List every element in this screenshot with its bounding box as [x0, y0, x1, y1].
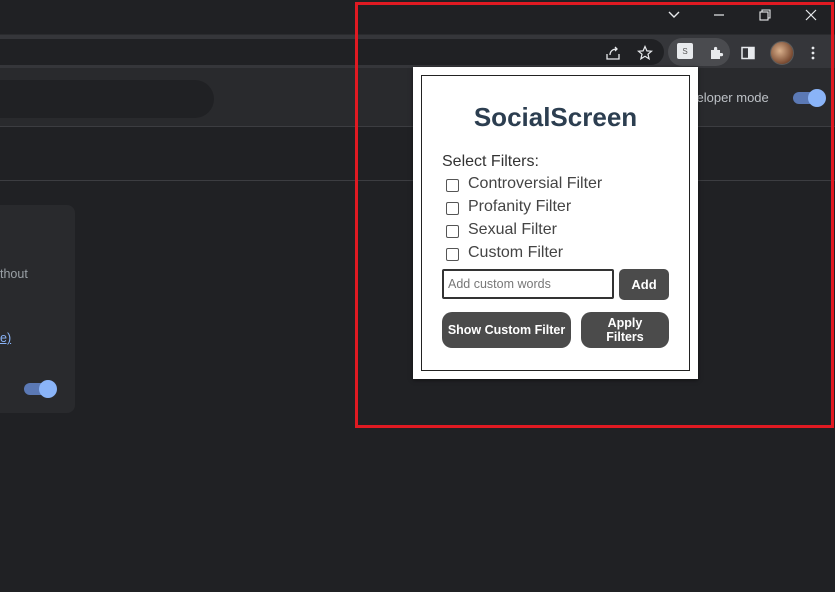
extension-enable-toggle[interactable] — [24, 380, 57, 398]
filter-profanity[interactable]: Profanity Filter — [446, 196, 571, 218]
filter-custom[interactable]: Custom Filter — [446, 242, 563, 264]
filter-label: Profanity Filter — [468, 198, 572, 215]
search-extensions-field[interactable] — [0, 80, 214, 118]
apply-filters-button[interactable]: Apply Filters — [581, 312, 669, 348]
popup-frame: SocialScreen Select Filters: Controversi… — [421, 75, 690, 371]
controversial-checkbox[interactable] — [446, 179, 459, 192]
card-description: thout — [0, 267, 28, 281]
extension-card: thout e) — [0, 205, 75, 413]
add-button[interactable]: Add — [619, 269, 669, 300]
profanity-checkbox[interactable] — [446, 202, 459, 215]
filter-label: Controversial Filter — [468, 175, 603, 192]
show-custom-filter-button[interactable]: Show Custom Filter — [442, 312, 571, 348]
filter-controversial[interactable]: Controversial Filter — [446, 173, 602, 195]
socialscreen-popup: SocialScreen Select Filters: Controversi… — [413, 67, 698, 379]
filter-label: Sexual Filter — [468, 221, 557, 238]
custom-words-input[interactable] — [442, 269, 614, 299]
filter-sexual[interactable]: Sexual Filter — [446, 219, 557, 241]
card-link[interactable]: e) — [0, 331, 11, 345]
filter-label: Custom Filter — [468, 244, 564, 261]
toggle-knob — [39, 380, 57, 398]
custom-checkbox[interactable] — [446, 248, 459, 261]
sexual-checkbox[interactable] — [446, 225, 459, 238]
select-filters-label: Select Filters: — [442, 153, 539, 170]
popup-title: SocialScreen — [473, 102, 638, 132]
